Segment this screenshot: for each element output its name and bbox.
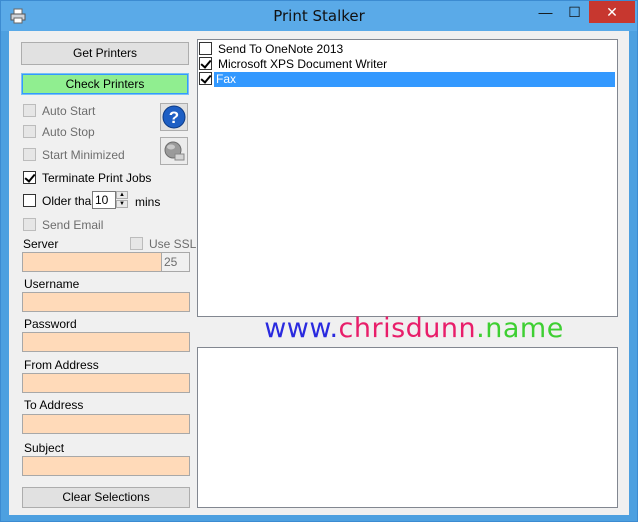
svg-text:?: ? [169,108,179,127]
email-settings-button[interactable] [160,137,188,165]
start-minimized-checkbox[interactable]: Start Minimized [23,147,125,163]
minimize-button[interactable]: — [531,1,560,23]
mail-gear-icon [164,141,185,161]
terminate-print-jobs-checkbox[interactable]: Terminate Print Jobs [23,170,151,186]
password-label: Password [24,317,77,331]
printer-row[interactable]: Send To OneNote 2013 [199,42,616,57]
checkbox-box[interactable] [199,57,212,70]
older-than-checkbox[interactable]: Older than [23,193,98,209]
checkbox-box[interactable] [23,104,36,117]
checkbox-box[interactable] [23,148,36,161]
check-printers-button[interactable]: Check Printers [21,73,189,95]
website-link[interactable]: www.chrisdunn.name [199,313,629,344]
auto-start-checkbox[interactable]: Auto Start [23,103,95,119]
app-window: Print Stalker — ☐ ✕ Get Printers Check P… [0,0,638,522]
checkbox-box[interactable] [23,171,36,184]
older-than-minutes-input[interactable]: 10 [92,191,116,209]
title-bar[interactable]: Print Stalker — ☐ ✕ [1,1,637,31]
url-part-tld: .name [476,313,564,344]
checkbox-box[interactable] [23,125,36,138]
use-ssl-checkbox[interactable]: Use SSL [130,236,196,252]
to-address-label: To Address [24,398,84,412]
clear-selections-button[interactable]: Clear Selections [22,487,190,508]
checkbox-box[interactable] [199,42,212,55]
username-input[interactable] [22,292,190,312]
client-area: Get Printers Check Printers Auto Start A… [9,31,629,515]
username-label: Username [24,277,80,291]
spin-down-button[interactable]: ▼ [116,200,128,208]
spin-up-button[interactable]: ▲ [116,191,128,199]
checkbox-box[interactable] [23,218,36,231]
maximize-button[interactable]: ☐ [561,1,588,23]
help-button[interactable]: ? [160,103,188,131]
checkbox-box[interactable] [130,237,143,250]
output-log[interactable] [197,347,618,508]
from-address-label: From Address [24,358,99,372]
from-address-input[interactable] [22,373,190,393]
to-address-input[interactable] [22,414,190,434]
subject-input[interactable] [22,456,190,476]
get-printers-button[interactable]: Get Printers [21,42,189,65]
url-part-www: www. [264,313,339,344]
port-input[interactable]: 25 [161,252,190,272]
help-icon: ? [162,105,186,129]
url-part-domain: chrisdunn [338,313,477,344]
printer-row-selected[interactable]: Fax [199,72,616,87]
printer-list[interactable]: Send To OneNote 2013 Microsoft XPS Docum… [197,39,618,317]
server-input[interactable] [22,252,162,272]
checkbox-box[interactable] [23,194,36,207]
password-input[interactable] [22,332,190,352]
checkbox-box[interactable] [199,72,212,85]
printer-row[interactable]: Microsoft XPS Document Writer [199,57,616,72]
send-email-checkbox[interactable]: Send Email [23,217,103,233]
auto-stop-checkbox[interactable]: Auto Stop [23,124,95,140]
subject-label: Subject [24,441,65,455]
close-button[interactable]: ✕ [589,1,635,23]
mins-label: mins [135,195,161,209]
server-label: Server [23,237,59,251]
